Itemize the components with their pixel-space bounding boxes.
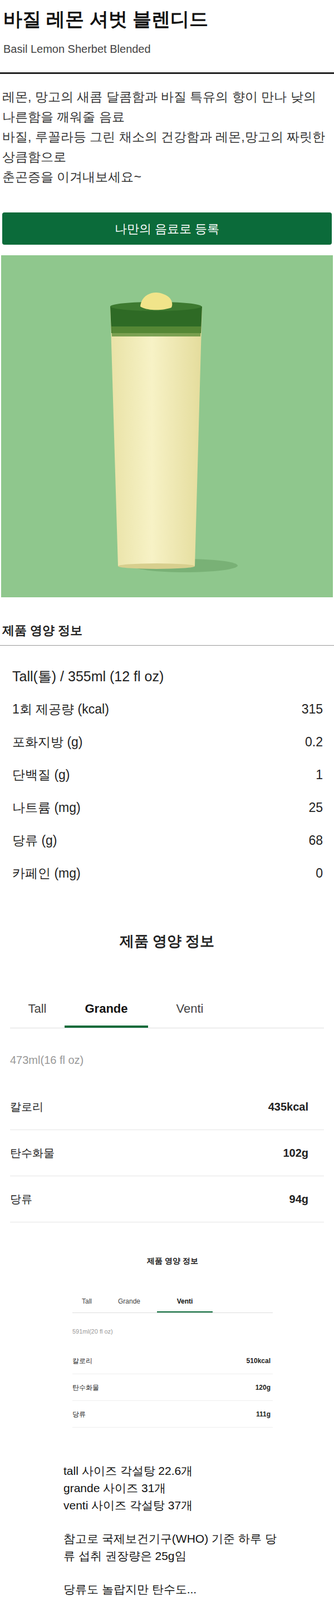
nutrition-heading: 제품 영양 정보	[10, 931, 324, 952]
nutrition-row: 당류 (g) 68	[0, 824, 334, 858]
note-line: grande 사이즈 31개	[63, 1480, 287, 1498]
size-tabs: TallGrandeVenti	[10, 989, 324, 1030]
notes: tall 사이즈 각설탕 22.6개grande 사이즈 31개venti 사이…	[63, 1463, 287, 1600]
nutrition-value: 68	[308, 831, 323, 852]
nutrition-row: 탄수화물 102g	[10, 1131, 324, 1178]
nutrition-value: 510kcal	[246, 1357, 271, 1368]
nutrition-row: 탄수화물 120g	[72, 1375, 273, 1403]
volume-label: 473ml(16 fl oz)	[10, 1052, 324, 1070]
nutrition-heading: 제품 영양 정보	[0, 622, 334, 647]
size-tab[interactable]: Tall	[10, 989, 65, 1029]
nutrition-row: 칼로리 435kcal	[10, 1084, 324, 1132]
product-description: 레몬, 망고의 새콤 달콤함과 바질 특유의 향이 만나 낮의 나른함을 깨워줄…	[0, 86, 334, 188]
nutrition-value: 94g	[289, 1191, 309, 1209]
nutrition-value: 120g	[255, 1383, 271, 1394]
nutrition-row: 1회 제공량 (kcal) 315	[0, 693, 334, 727]
product-photo	[1, 255, 333, 598]
nutrition-value: 0	[315, 864, 323, 884]
nutrition-label: 1회 제공량 (kcal)	[12, 700, 110, 720]
nutrition-label: 카페인 (mg)	[12, 864, 81, 884]
nutrition-list: 칼로리 510kcal 탄수화물 120g 당류 111g	[72, 1348, 273, 1429]
nutrition-value: 25	[308, 798, 323, 819]
nutrition-label: 당류 (g)	[12, 831, 58, 852]
nutrition-label: 탄수화물	[72, 1383, 100, 1394]
nutrition-label: 나트륨 (mg)	[12, 798, 81, 819]
note-line: 당류도 놀랍지만 탄수도...	[63, 1582, 287, 1600]
size-tab[interactable]: Grande	[64, 989, 149, 1029]
register-button[interactable]: 나만의 음료로 등록	[2, 212, 332, 245]
nutrition-label: 칼로리	[72, 1357, 93, 1368]
nutrition-value: 1	[315, 765, 323, 786]
size-tab[interactable]: Grande	[101, 1291, 157, 1314]
product-header: 바질 레몬 셔벗 블렌디드 Basil Lemon Sherbet Blended	[0, 0, 334, 75]
volume-label: 591ml(20 fl oz)	[72, 1327, 273, 1339]
product-title: 바질 레몬 셔벗 블렌디드	[3, 6, 331, 32]
size-tabs: TallGrandeVenti	[72, 1291, 273, 1315]
nutrition-list: 칼로리 435kcal 탄수화물 102g 당류 94g	[10, 1084, 324, 1224]
note-paragraph: 참고로 국제보건기구(WHO) 기준 하루 당류 섭취 권장량은 25g임	[63, 1531, 287, 1566]
nutrition-row: 칼로리 510kcal	[72, 1348, 273, 1376]
size-label: Tall(톨) / 355ml (12 fl oz)	[0, 665, 334, 689]
drink-cup-icon	[1, 255, 333, 598]
nutrition-label: 포화지방 (g)	[12, 733, 83, 753]
description-line: 춘곤증을 이겨내보세요~	[2, 167, 332, 188]
nutrition-row: 당류 111g	[72, 1402, 273, 1429]
nutrition-label: 단백질 (g)	[12, 765, 71, 786]
nutrition-row: 카페인 (mg) 0	[0, 857, 334, 891]
nutrition-tall-panel: 제품 영양 정보 Tall(톨) / 355ml (12 fl oz) 1회 제공량…	[0, 622, 334, 891]
product-subtitle: Basil Lemon Sherbet Blended	[3, 41, 331, 57]
nutrition-row: 포화지방 (g) 0.2	[0, 726, 334, 760]
nutrition-value: 111g	[256, 1410, 271, 1421]
nutrition-label: 탄수화물	[10, 1145, 55, 1163]
nutrition-size-panel: 제품 영양 정보 TallGrandeVenti 473ml(16 fl oz) 칼로…	[10, 931, 324, 1224]
nutrition-label: 당류	[72, 1410, 86, 1421]
note-paragraph: tall 사이즈 각설탕 22.6개grande 사이즈 31개venti 사이…	[63, 1463, 287, 1516]
nutrition-row: 나트륨 (mg) 25	[0, 792, 334, 825]
note-line: tall 사이즈 각설탕 22.6개	[63, 1463, 287, 1481]
nutrition-value: 315	[301, 700, 323, 720]
nutrition-value: 102g	[282, 1145, 309, 1163]
nutrition-row: 당류 94g	[10, 1177, 324, 1224]
nutrition-heading: 제품 영양 정보	[72, 1256, 273, 1268]
description-line: 바질, 루꼴라등 그린 채소의 건강함과 레몬,망고의 짜릿한 상큼함으로	[2, 126, 332, 167]
size-tab[interactable]: Venti	[148, 989, 232, 1029]
nutrition-value: 435kcal	[268, 1099, 309, 1117]
nutrition-label: 당류	[10, 1191, 33, 1209]
size-tab[interactable]: Venti	[156, 1291, 213, 1314]
nutrition-label: 칼로리	[10, 1099, 44, 1117]
nutrition-row: 단백질 (g) 1	[0, 759, 334, 793]
description-line: 레몬, 망고의 새콤 달콤함과 바질 특유의 향이 만나 낮의 나른함을 깨워줄…	[2, 86, 332, 127]
nutrition-list: 1회 제공량 (kcal) 315 포화지방 (g) 0.2 단백질 (g) 1 나트륨 (…	[0, 693, 334, 891]
note-line: 참고로 국제보건기구(WHO) 기준 하루 당류 섭취 권장량은 25g임	[63, 1531, 287, 1566]
nutrition-size-panel: 제품 영양 정보 TallGrandeVenti 591ml(20 fl oz) 칼로…	[72, 1256, 273, 1429]
nutrition-value: 0.2	[305, 733, 323, 753]
size-tab[interactable]: Tall	[72, 1291, 102, 1314]
note-paragraph: 당류도 놀랍지만 탄수도...	[63, 1582, 287, 1600]
note-line: venti 사이즈 각설탕 37개	[63, 1497, 287, 1516]
